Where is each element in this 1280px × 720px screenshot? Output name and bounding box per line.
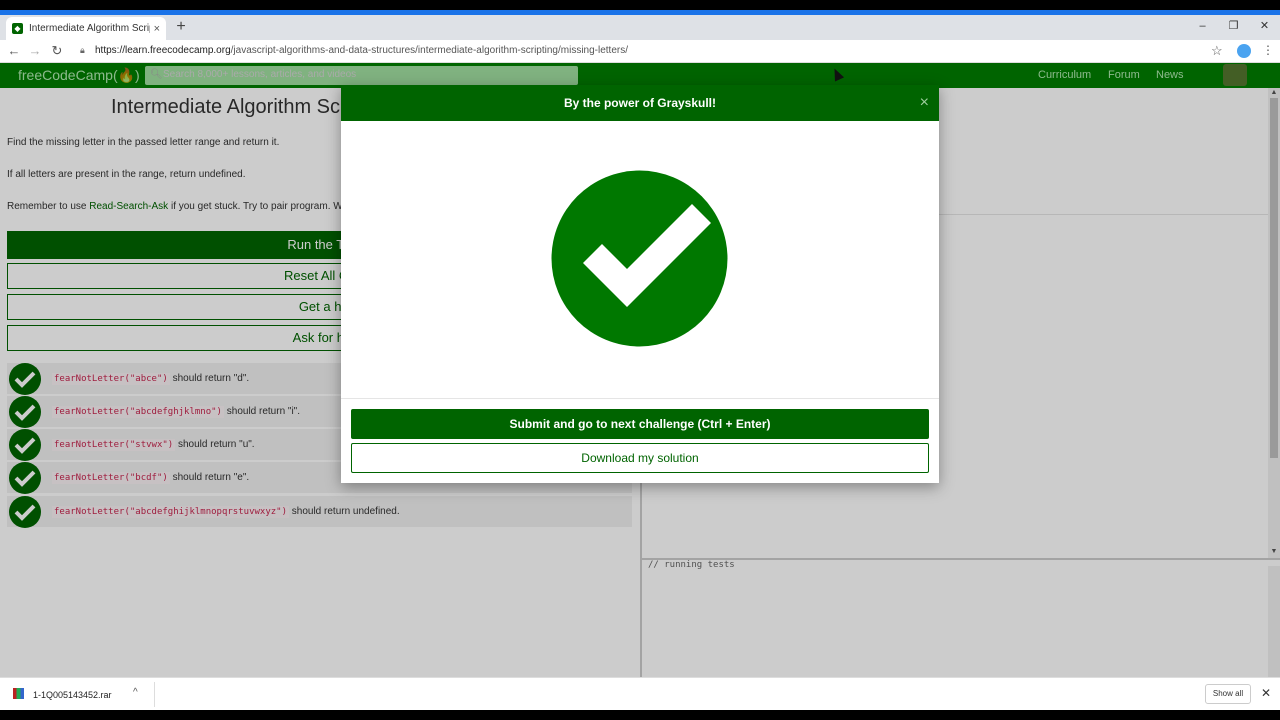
search-placeholder: Search 8,000+ lessons, articles, and vid… xyxy=(163,69,357,80)
url-field[interactable]: https://learn.freecodecamp.org/javascrip… xyxy=(95,45,628,56)
top-border xyxy=(0,0,1280,10)
rar-file-icon xyxy=(13,688,24,699)
success-check-icon xyxy=(551,170,728,347)
fcc-favicon-icon: ◆ xyxy=(12,23,23,34)
fcc-logo[interactable]: freeCodeCamp(🔥) xyxy=(18,67,140,84)
new-tab-button[interactable]: + xyxy=(172,18,190,36)
nav-curriculum-link[interactable]: Curriculum xyxy=(1038,69,1091,81)
completion-modal: By the power of Grayskull! × Submit and … xyxy=(341,85,939,483)
browser-menu-icon[interactable]: ⋮ xyxy=(1262,43,1274,57)
bottom-border xyxy=(0,710,1280,720)
download-bar: 1-1Q005143452.rar ^ Show all ✕ xyxy=(0,677,1280,710)
modal-title: By the power of Grayskull! xyxy=(341,85,939,121)
download-solution-button[interactable]: Download my solution xyxy=(351,443,929,473)
close-icon[interactable]: ✕ xyxy=(1261,686,1271,700)
modal-close-icon[interactable]: × xyxy=(920,85,929,121)
tab-title: Intermediate Algorithm Scripting xyxy=(29,23,150,34)
lock-icon: 🔒︎ xyxy=(80,45,85,55)
download-separator xyxy=(154,682,155,707)
extension-icon[interactable] xyxy=(1237,44,1251,58)
nav-news-link[interactable]: News xyxy=(1156,69,1184,81)
minimize-button[interactable]: – xyxy=(1187,15,1218,37)
submit-next-challenge-button[interactable]: Submit and go to next challenge (Ctrl + … xyxy=(351,409,929,439)
avatar[interactable] xyxy=(1223,64,1247,86)
restore-button[interactable]: ❐ xyxy=(1218,15,1249,37)
browser-tab-bar: ◆ Intermediate Algorithm Scripting × + –… xyxy=(0,15,1280,40)
close-window-button[interactable]: ✕ xyxy=(1249,15,1280,37)
url-path: /javascript-algorithms-and-data-structur… xyxy=(230,45,628,56)
address-bar: ← → ↻ 🔒︎ https://learn.freecodecamp.org/… xyxy=(0,40,1280,63)
modal-divider xyxy=(341,398,939,399)
back-arrow-icon[interactable]: ← xyxy=(6,43,22,59)
browser-tab[interactable]: ◆ Intermediate Algorithm Scripting × xyxy=(6,17,166,40)
reload-icon[interactable]: ↻ xyxy=(49,43,65,59)
nav-forum-link[interactable]: Forum xyxy=(1108,69,1140,81)
search-icon: 🔍︎ xyxy=(150,69,163,80)
bookmark-star-icon[interactable]: ☆ xyxy=(1211,43,1223,59)
show-all-button[interactable]: Show all xyxy=(1205,684,1251,704)
forward-arrow-icon[interactable]: → xyxy=(27,43,43,59)
window-controls: – ❐ ✕ xyxy=(1187,15,1280,40)
chevron-up-icon[interactable]: ^ xyxy=(133,687,138,698)
tab-close-icon[interactable]: × xyxy=(154,23,160,35)
download-filename[interactable]: 1-1Q005143452.rar xyxy=(33,690,112,700)
url-host: https://learn.freecodecamp.org xyxy=(95,45,231,56)
